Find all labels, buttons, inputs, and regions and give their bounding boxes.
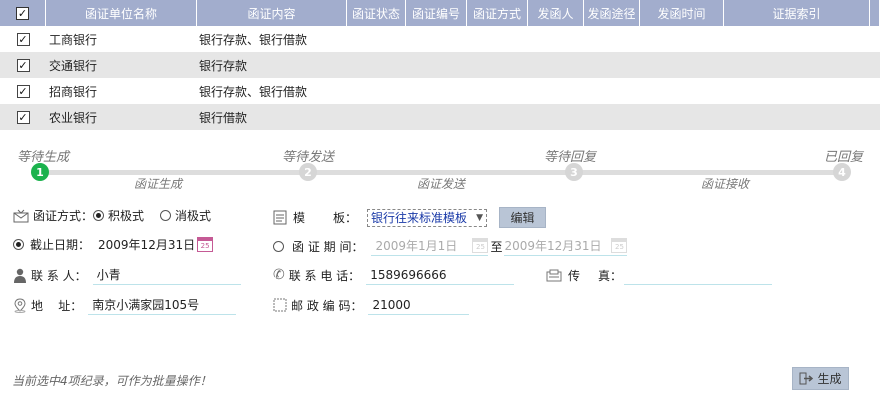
method-passive-radio[interactable]: [160, 210, 172, 221]
template-label-a: 模: [293, 211, 306, 225]
row-checkbox[interactable]: ✓: [16, 58, 30, 72]
row-unit: 农业银行: [49, 110, 98, 125]
postal-field: 邮 政 编 码： 21000: [273, 295, 470, 315]
period-from-value: 2009年1月1日: [375, 239, 458, 253]
row-content: 银行借款: [199, 110, 248, 125]
phone-input[interactable]: 1589696666: [366, 265, 515, 285]
generate-label: 生成: [817, 372, 842, 386]
row-content: 银行存款、银行借款: [199, 84, 308, 99]
method-field: 函证方式： 积极式 消极式: [13, 207, 211, 224]
period-to-input[interactable]: 2009年12月31日 25: [504, 236, 628, 256]
contact-input[interactable]: 小青: [92, 265, 241, 285]
step-label-waiting-generate: 等待生成: [17, 150, 70, 165]
confirmation-table: ✓ 函证单位名称 函证内容 函证状态 函证编号 函证方式 发函人 发函途径 发函…: [0, 0, 880, 130]
edit-button[interactable]: 编辑: [499, 207, 547, 228]
location-pin-icon: [13, 297, 27, 313]
contact-field: 联 系 人： 小青: [13, 265, 241, 285]
chevron-down-icon: ▼: [476, 212, 484, 223]
col-status[interactable]: 函证状态: [347, 0, 406, 26]
col-send-time[interactable]: 发函时间: [640, 0, 724, 26]
phone-value: 1589696666: [370, 267, 447, 282]
phone-icon: ✆: [273, 267, 285, 283]
step-sub-send: 函证发送: [417, 177, 466, 191]
col-channel[interactable]: 发函途径: [584, 0, 640, 26]
template-select-value: 银行往来标准模板: [371, 211, 468, 225]
step-2-dot: 2: [299, 163, 317, 181]
contact-label: 联 系 人：: [31, 268, 87, 283]
generate-button[interactable]: 生成: [792, 367, 849, 390]
method-active-label[interactable]: 积极式: [108, 207, 144, 224]
contact-value: 小青: [96, 268, 121, 282]
cutoff-value[interactable]: 2009年12月31日: [98, 236, 195, 253]
step-3-dot: 3: [565, 163, 583, 181]
template-label-b: 板：: [333, 211, 358, 225]
postal-input[interactable]: 21000: [368, 295, 470, 315]
method-label: 函证方式：: [33, 209, 94, 223]
select-all-cell: ✓: [0, 0, 46, 26]
person-icon: [13, 268, 27, 283]
step-sub-generate: 函证生成: [134, 177, 183, 191]
method-active-radio[interactable]: [93, 210, 105, 221]
address-input[interactable]: 南京小满家园105号: [88, 295, 237, 315]
col-unit-name[interactable]: 函证单位名称: [46, 0, 197, 26]
step-4-dot: 4: [833, 163, 851, 181]
calendar-icon[interactable]: 25: [611, 238, 628, 253]
period-to-value: 2009年12月31日: [504, 239, 602, 253]
period-from-input[interactable]: 2009年1月1日 25: [371, 236, 489, 256]
table-row[interactable]: ✓ 农业银行 银行借款: [0, 104, 880, 130]
selection-status-text: 当前选中4项纪录，可作为批量操作！: [12, 374, 212, 388]
postal-label: 邮 政 编 码：: [291, 298, 363, 313]
fax-field: 传 真：: [546, 265, 773, 285]
document-icon: [273, 210, 287, 225]
col-evidence-index[interactable]: 证据索引: [724, 0, 870, 26]
row-unit: 工商银行: [49, 32, 98, 47]
cutoff-radio[interactable]: [13, 239, 24, 250]
row-content: 银行存款、银行借款: [199, 32, 308, 47]
progress-steps: 等待生成 等待发送 等待回复 已回复 1 2 3 4 函证生成 函证发送 函证接…: [0, 140, 887, 195]
fax-icon: [546, 269, 562, 282]
col-content[interactable]: 函证内容: [197, 0, 347, 26]
address-field: 地 址： 南京小满家园105号: [13, 295, 237, 315]
col-extra: [870, 0, 880, 26]
address-value: 南京小满家园105号: [92, 298, 200, 312]
step-label-waiting-reply: 等待回复: [544, 150, 597, 165]
step-sub-receive: 函证接收: [701, 177, 750, 191]
row-checkbox[interactable]: ✓: [16, 110, 30, 124]
col-number[interactable]: 函证编号: [406, 0, 467, 26]
address-label: 地 址：: [31, 298, 83, 313]
generate-icon: [799, 372, 814, 385]
fax-label-a: 传: [568, 268, 581, 283]
period-label: 函 证 期 间：: [292, 239, 364, 254]
cutoff-label: 截止日期：: [30, 238, 91, 252]
table-row[interactable]: ✓ 交通银行 银行存款: [0, 52, 880, 78]
calendar-icon[interactable]: 25: [197, 237, 214, 252]
template-field: 模 板： 银行往来标准模板 ▼ 编辑: [273, 207, 547, 228]
table-header: ✓ 函证单位名称 函证内容 函证状态 函证编号 函证方式 发函人 发函途径 发函…: [0, 0, 880, 26]
fax-label-b: 真：: [598, 268, 623, 283]
col-sender[interactable]: 发函人: [528, 0, 584, 26]
calendar-icon[interactable]: 25: [472, 238, 489, 253]
table-row[interactable]: ✓ 工商银行 银行存款、银行借款: [0, 26, 880, 52]
template-select[interactable]: 银行往来标准模板 ▼: [367, 208, 488, 227]
row-checkbox[interactable]: ✓: [16, 32, 30, 46]
phone-label: 联 系 电 话：: [288, 268, 361, 283]
row-checkbox[interactable]: ✓: [16, 84, 30, 98]
period-field: 函 证 期 间： 2009年1月1日 25 至 2009年12月31日 25: [273, 236, 628, 256]
step-1-dot: 1: [31, 163, 49, 181]
row-unit: 招商银行: [49, 84, 98, 99]
envelope-icon: [13, 209, 29, 223]
col-method[interactable]: 函证方式: [467, 0, 528, 26]
postcode-box-icon: [273, 298, 287, 312]
cutoff-field: 截止日期： 2009年12月31日 25: [13, 236, 214, 253]
period-radio[interactable]: [273, 240, 284, 252]
row-unit: 交通银行: [49, 58, 98, 73]
fax-input[interactable]: [624, 265, 773, 285]
method-passive-label[interactable]: 消极式: [175, 207, 211, 224]
postal-value: 21000: [372, 297, 411, 312]
phone-field: ✆ 联 系 电 话： 1589696666: [273, 265, 515, 285]
table-row[interactable]: ✓ 招商银行 银行存款、银行借款: [0, 78, 880, 104]
period-to-separator: 至: [490, 239, 503, 254]
select-all-checkbox[interactable]: ✓: [16, 6, 29, 20]
row-content: 银行存款: [199, 58, 248, 73]
